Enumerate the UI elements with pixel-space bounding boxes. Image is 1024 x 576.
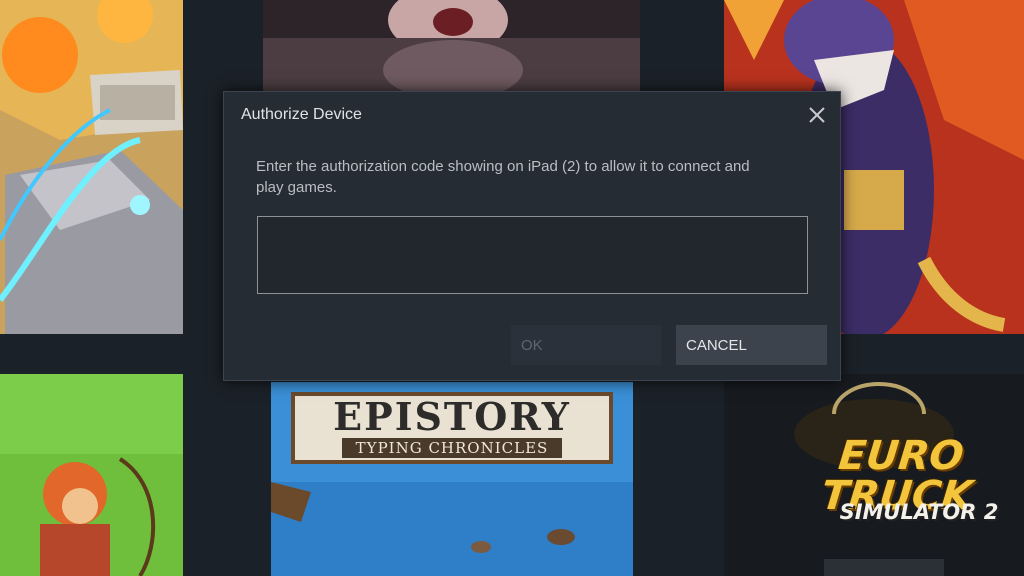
epistory-logo: EPISTORY TYPING CHRONICLES: [291, 392, 613, 464]
close-button[interactable]: [806, 104, 828, 126]
authorization-code-input[interactable]: [257, 216, 808, 294]
epistory-subtitle: TYPING CHRONICLES: [341, 438, 563, 458]
game-tile-bottom-left[interactable]: [0, 374, 183, 576]
authorize-device-dialog: Authorize Device Enter the authorization…: [223, 91, 841, 381]
game-tile-top-center[interactable]: [263, 0, 640, 92]
euro-truck-subtitle: SIMULATOR 2: [839, 500, 999, 524]
game-art-image: [0, 374, 183, 576]
dialog-message: Enter the authorization code showing on …: [256, 158, 750, 196]
cancel-button[interactable]: CANCEL: [676, 325, 827, 365]
game-tile-euro-truck[interactable]: EURO TRUCK SIMULATOR 2: [724, 374, 1024, 576]
epistory-title: EPISTORY: [333, 394, 571, 439]
game-tile-epistory[interactable]: EPISTORY TYPING CHRONICLES: [271, 382, 633, 576]
close-icon: [809, 107, 825, 123]
dialog-title: Authorize Device: [241, 106, 362, 123]
ok-button[interactable]: OK: [511, 325, 661, 365]
game-art-image: [263, 0, 640, 92]
game-tile-top-left[interactable]: [0, 0, 183, 334]
game-art-image: [0, 0, 183, 334]
